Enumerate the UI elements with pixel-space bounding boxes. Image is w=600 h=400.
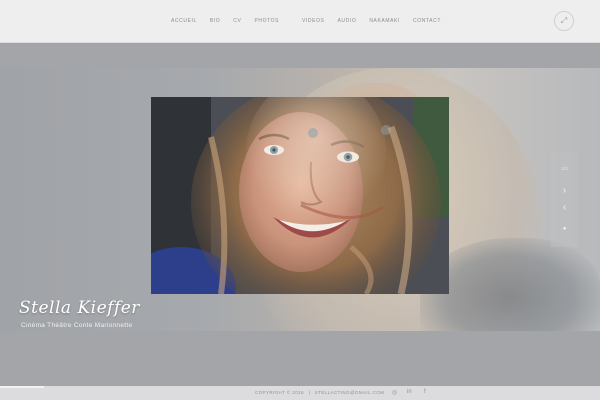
portrait-illustration [151, 97, 449, 294]
nav-bio[interactable]: BIO [210, 18, 220, 24]
prev-slide-button[interactable]: ‹ [551, 202, 578, 213]
next-slide-button[interactable]: › [551, 185, 578, 196]
slider-controls: 1/3 › ‹ ● [551, 152, 578, 247]
nav-nakamaki[interactable]: NAKAMAKI [369, 18, 400, 24]
site-header: ACCUEIL BIO CV PHOTOS VIDEOS AUDIO NAKAM… [0, 0, 600, 43]
facebook-icon[interactable]: f [424, 389, 426, 395]
nav-audio[interactable]: AUDIO [338, 18, 357, 24]
footer-accent-bar [0, 386, 44, 388]
content-band-bottom [0, 331, 600, 386]
copyright-text: COPYRIGHT © 2016 [255, 390, 304, 395]
footer-separator: | [308, 390, 311, 395]
chevron-left-icon: ‹ [562, 202, 567, 213]
footer-text: COPYRIGHT © 2016 | STELLACTING@GMAIL.COM [255, 390, 384, 395]
portrait-photo[interactable] [151, 97, 449, 294]
fullscreen-icon: ⤢ [560, 16, 568, 25]
nav-cv[interactable]: CV [233, 18, 241, 24]
linkedin-icon[interactable]: in [407, 389, 412, 395]
artist-name: Stella Kieffer [19, 298, 140, 318]
fullscreen-button[interactable]: ⤢ [554, 11, 574, 31]
slide-dot[interactable]: ● [551, 226, 578, 232]
chevron-right-icon: › [562, 185, 567, 196]
nav-contact[interactable]: CONTACT [413, 18, 441, 24]
content-band-top [0, 43, 600, 68]
dot-icon: ● [562, 226, 567, 232]
site-footer: COPYRIGHT © 2016 | STELLACTING@GMAIL.COM… [0, 386, 600, 400]
nav-right: VIDEOS AUDIO NAKAMAKI CONTACT [302, 18, 454, 24]
instagram-icon[interactable]: ◎ [392, 389, 397, 396]
contact-email-link[interactable]: STELLACTING@GMAIL.COM [315, 390, 384, 395]
nav-left: ACCUEIL BIO CV PHOTOS [171, 18, 279, 24]
slide-counter: 1/3 [561, 166, 568, 171]
nav-videos[interactable]: VIDEOS [302, 18, 325, 24]
nav-accueil[interactable]: ACCUEIL [171, 18, 197, 24]
artist-disciplines: Cinéma Théâtre Conte Marionnette [21, 322, 133, 329]
nav-photos[interactable]: PHOTOS [254, 18, 279, 24]
